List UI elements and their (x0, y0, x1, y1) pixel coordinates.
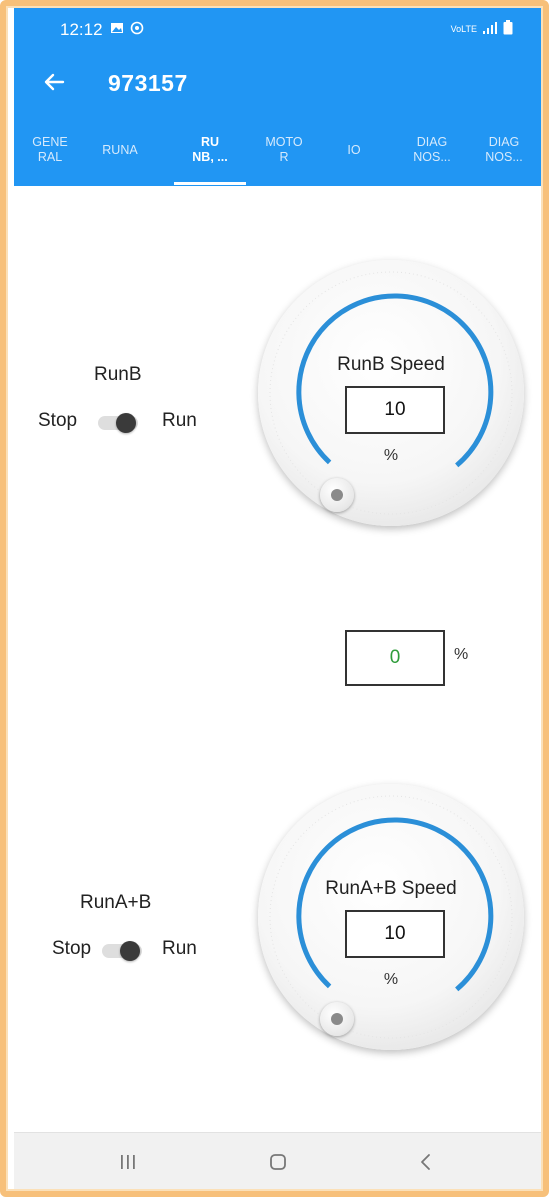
tab-diagnostics-2[interactable]: DIAG NOS... (474, 114, 534, 186)
nav-back-button[interactable] (406, 1147, 446, 1177)
runb-stop-label: Stop (38, 410, 78, 431)
knob-handle[interactable] (320, 478, 354, 512)
output-value: 0 (345, 630, 445, 686)
tab-diagnostics-1[interactable]: DIAG NOS... (402, 114, 462, 186)
knob-handle-dot (331, 1013, 343, 1025)
back-button[interactable] (38, 66, 70, 98)
arrow-left-icon (44, 73, 65, 91)
app-screen: 12:12 VoLTE 973157 GENE RAL RUNA RU NB, … (14, 8, 541, 1191)
runab-speed-unit: % (383, 971, 399, 988)
tab-bar: GENE RAL RUNA RU NB, ... MOTO R IO DIAG … (14, 114, 541, 186)
back-icon (421, 1154, 430, 1170)
settings-icon (130, 21, 144, 35)
runb-run-label: Run (162, 410, 197, 431)
runb-switch[interactable] (98, 412, 138, 433)
tab-runb[interactable]: RU NB, ... (176, 114, 244, 186)
tab-indicator (174, 182, 246, 185)
runab-knob-title: RunA+B Speed (325, 878, 457, 899)
output-unit: % (454, 646, 469, 663)
page-title: 973157 (108, 70, 188, 96)
runb-speed-value[interactable]: 10 (345, 386, 445, 434)
runb-label: RunB (94, 364, 142, 385)
gallery-icon (110, 21, 124, 35)
signal-icon (482, 21, 498, 37)
home-icon (270, 1154, 286, 1170)
status-time: 12:12 (60, 20, 103, 39)
system-nav-bar (14, 1132, 541, 1191)
recent-apps-icon (121, 1155, 135, 1169)
status-right-group: VoLTE (451, 20, 513, 37)
runab-speed-value[interactable]: 10 (345, 910, 445, 958)
volte-label: VoLTE (450, 23, 477, 34)
runab-speed-knob[interactable]: RunA+B Speed 10 % (258, 784, 524, 1050)
runab-switch[interactable] (102, 940, 142, 961)
tab-runa[interactable]: RUNA (90, 114, 150, 186)
runb-knob-title: RunB Speed (337, 354, 445, 375)
app-bar: 973157 (14, 50, 541, 114)
status-bar: 12:12 VoLTE (14, 8, 541, 50)
tab-general[interactable]: GENE RAL (20, 114, 80, 186)
tab-motor[interactable]: MOTO R (254, 114, 314, 186)
switch-thumb (116, 413, 136, 433)
tab-io[interactable]: IO (334, 114, 374, 186)
recent-apps-button[interactable] (108, 1147, 148, 1177)
runab-label: RunA+B (80, 892, 152, 913)
knob-handle[interactable] (320, 1002, 354, 1036)
switch-thumb (120, 941, 140, 961)
runab-stop-label: Stop (52, 938, 92, 959)
runab-run-label: Run (162, 938, 197, 959)
runb-speed-unit: % (383, 447, 399, 464)
battery-icon (503, 20, 513, 37)
runb-speed-knob[interactable]: RunB Speed 10 % (258, 260, 524, 526)
home-button[interactable] (258, 1147, 298, 1177)
knob-handle-dot (331, 489, 343, 501)
